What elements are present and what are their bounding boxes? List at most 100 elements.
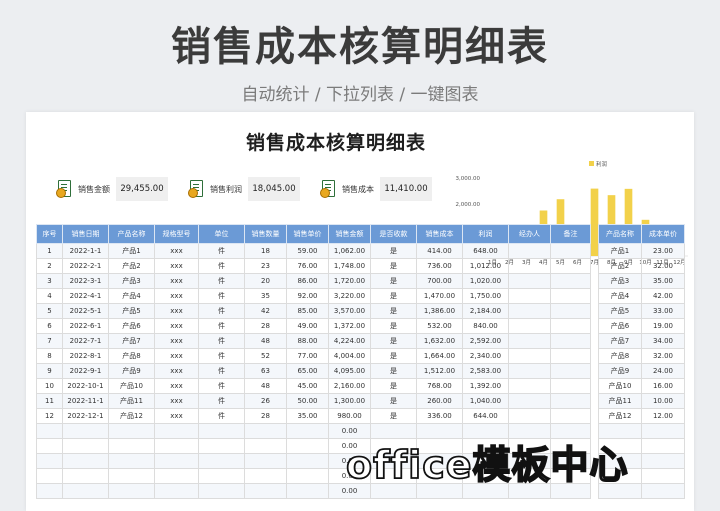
summary-value[interactable]: 11,410.00 bbox=[380, 177, 432, 201]
table-cell[interactable] bbox=[62, 438, 109, 454]
table-cell[interactable]: 1 bbox=[36, 243, 63, 259]
table-cell[interactable]: 840.00 bbox=[462, 318, 509, 334]
table-cell[interactable]: 768.00 bbox=[416, 378, 463, 394]
table-cell[interactable]: 42 bbox=[244, 303, 287, 319]
table-header-cell[interactable]: 序号 bbox=[36, 224, 63, 244]
table-cell[interactable]: xxx bbox=[154, 378, 199, 394]
table-cell[interactable]: 1,062.00 bbox=[328, 243, 371, 259]
table-cell[interactable]: 1,750.00 bbox=[462, 288, 509, 304]
table-cell[interactable] bbox=[508, 258, 551, 274]
table-cell[interactable]: 24.00 bbox=[641, 363, 685, 379]
table-header-cell[interactable]: 备注 bbox=[550, 224, 591, 244]
table-header-cell[interactable]: 产品名称 bbox=[108, 224, 155, 244]
table-cell[interactable]: 是 bbox=[370, 288, 417, 304]
table-header-cell[interactable]: 经办人 bbox=[508, 224, 551, 244]
table-cell[interactable]: 26 bbox=[244, 393, 287, 409]
table-cell[interactable]: xxx bbox=[154, 273, 199, 289]
table-cell[interactable]: 是 bbox=[370, 363, 417, 379]
table-cell[interactable]: 1,748.00 bbox=[328, 258, 371, 274]
table-cell[interactable]: xxx bbox=[154, 318, 199, 334]
table-cell[interactable] bbox=[154, 438, 199, 454]
table-cell[interactable] bbox=[550, 333, 591, 349]
table-cell[interactable]: 产品4 bbox=[108, 288, 155, 304]
table-header-cell[interactable]: 单位 bbox=[198, 224, 245, 244]
table-cell[interactable]: 是 bbox=[370, 348, 417, 364]
table-cell[interactable]: 33.00 bbox=[641, 303, 685, 319]
table-cell[interactable]: 是 bbox=[370, 303, 417, 319]
table-cell[interactable]: 产品7 bbox=[598, 333, 642, 349]
table-cell[interactable]: 产品9 bbox=[598, 363, 642, 379]
table-cell[interactable] bbox=[550, 303, 591, 319]
table-cell[interactable]: 是 bbox=[370, 258, 417, 274]
summary-value[interactable]: 18,045.00 bbox=[248, 177, 300, 201]
table-cell[interactable]: 4,004.00 bbox=[328, 348, 371, 364]
table-cell[interactable]: 件 bbox=[198, 273, 245, 289]
table-cell[interactable]: 2022-6-1 bbox=[62, 318, 109, 334]
table-header-cell[interactable]: 销售单价 bbox=[286, 224, 329, 244]
table-cell[interactable]: 77.00 bbox=[286, 348, 329, 364]
table-cell[interactable] bbox=[154, 453, 199, 469]
table-cell[interactable]: 2022-4-1 bbox=[62, 288, 109, 304]
table-cell[interactable]: 35.00 bbox=[641, 273, 685, 289]
table-cell[interactable] bbox=[36, 483, 63, 499]
table-cell[interactable]: 件 bbox=[198, 393, 245, 409]
table-cell[interactable] bbox=[641, 468, 685, 484]
table-cell[interactable] bbox=[550, 273, 591, 289]
table-cell[interactable]: 59.00 bbox=[286, 243, 329, 259]
table-cell[interactable] bbox=[286, 468, 329, 484]
table-cell[interactable]: 是 bbox=[370, 378, 417, 394]
table-cell[interactable]: 42.00 bbox=[641, 288, 685, 304]
table-cell[interactable] bbox=[508, 348, 551, 364]
table-cell[interactable] bbox=[508, 303, 551, 319]
table-cell[interactable]: 10 bbox=[36, 378, 63, 394]
table-cell[interactable]: 2022-12-1 bbox=[62, 408, 109, 424]
table-cell[interactable]: 产品5 bbox=[108, 303, 155, 319]
table-cell[interactable]: 4,095.00 bbox=[328, 363, 371, 379]
table-cell[interactable]: 产品10 bbox=[108, 378, 155, 394]
table-cell[interactable]: xxx bbox=[154, 288, 199, 304]
table-cell[interactable]: 2 bbox=[36, 258, 63, 274]
table-cell[interactable]: 件 bbox=[198, 408, 245, 424]
table-cell[interactable]: 产品1 bbox=[598, 243, 642, 259]
table-cell[interactable]: 产品12 bbox=[598, 408, 642, 424]
table-cell[interactable]: 2022-2-1 bbox=[62, 258, 109, 274]
table-cell[interactable]: 88.00 bbox=[286, 333, 329, 349]
table-cell[interactable] bbox=[508, 363, 551, 379]
table-cell[interactable] bbox=[508, 393, 551, 409]
table-cell[interactable] bbox=[108, 453, 155, 469]
table-cell[interactable]: 件 bbox=[198, 318, 245, 334]
table-cell[interactable] bbox=[154, 483, 199, 499]
table-cell[interactable] bbox=[550, 348, 591, 364]
table-cell[interactable]: 3 bbox=[36, 273, 63, 289]
table-cell[interactable]: xxx bbox=[154, 393, 199, 409]
table-cell[interactable]: 86.00 bbox=[286, 273, 329, 289]
table-cell[interactable] bbox=[244, 483, 287, 499]
table-header-cell[interactable]: 销售数量 bbox=[244, 224, 287, 244]
table-cell[interactable] bbox=[550, 393, 591, 409]
table-cell[interactable]: 2022-8-1 bbox=[62, 348, 109, 364]
table-cell[interactable] bbox=[244, 468, 287, 484]
table-cell[interactable]: 产品3 bbox=[108, 273, 155, 289]
table-cell[interactable]: xxx bbox=[154, 408, 199, 424]
side_table-header-cell[interactable]: 产品名称 bbox=[598, 224, 642, 244]
table-cell[interactable]: 52 bbox=[244, 348, 287, 364]
table-cell[interactable]: 336.00 bbox=[416, 408, 463, 424]
table-cell[interactable]: 2022-11-1 bbox=[62, 393, 109, 409]
table-cell[interactable]: 5 bbox=[36, 303, 63, 319]
table-cell[interactable]: 2022-9-1 bbox=[62, 363, 109, 379]
table-cell[interactable]: 414.00 bbox=[416, 243, 463, 259]
table-cell[interactable]: 20 bbox=[244, 273, 287, 289]
table-cell[interactable]: 件 bbox=[198, 303, 245, 319]
table-cell[interactable]: 34.00 bbox=[641, 333, 685, 349]
table-cell[interactable]: 10.00 bbox=[641, 393, 685, 409]
table-cell[interactable]: 35 bbox=[244, 288, 287, 304]
table-cell[interactable]: 2022-5-1 bbox=[62, 303, 109, 319]
table-cell[interactable]: 产品10 bbox=[598, 378, 642, 394]
table-cell[interactable] bbox=[244, 438, 287, 454]
table-cell[interactable]: 件 bbox=[198, 363, 245, 379]
table-cell[interactable]: 2,184.00 bbox=[462, 303, 509, 319]
table-cell[interactable] bbox=[508, 408, 551, 424]
side_table-header-cell[interactable]: 成本单价 bbox=[641, 224, 685, 244]
table-cell[interactable]: 65.00 bbox=[286, 363, 329, 379]
table-cell[interactable]: 2,592.00 bbox=[462, 333, 509, 349]
